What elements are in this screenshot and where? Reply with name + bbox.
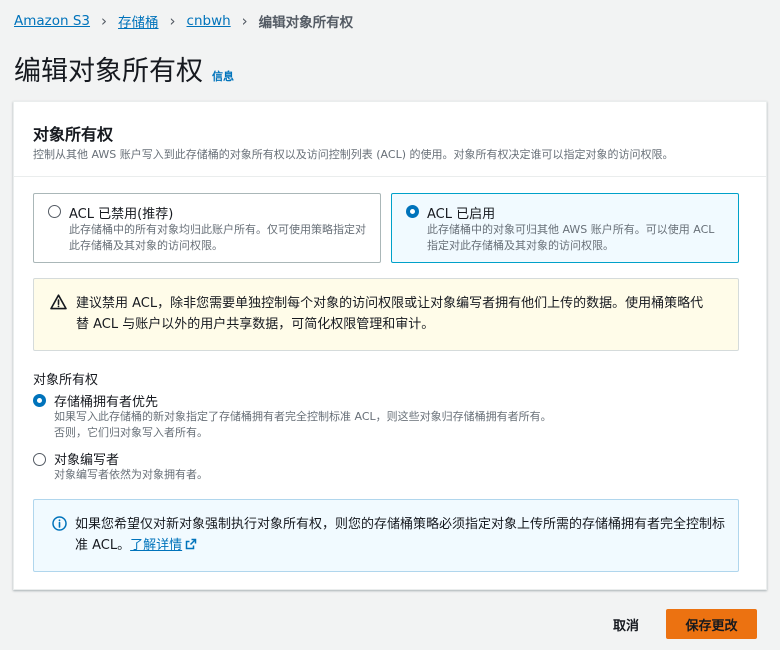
ownership-field-label: 对象所有权 [33, 373, 99, 388]
save-changes-button[interactable]: 保存更改 [666, 609, 757, 639]
learn-more-link[interactable]: 了解详情 [130, 538, 197, 553]
tile-label: ACL 已禁用(推荐) [69, 207, 174, 222]
tile-label: ACL 已启用 [427, 207, 496, 222]
info-alert: 如果您希望仅对新对象强制执行对象所有权，则您的存储桶策略必须指定对象上传所需的存… [33, 499, 739, 572]
radio-acl-enabled[interactable] [406, 205, 419, 218]
object-ownership-panel: 对象所有权 控制从其他 AWS 账户写入到此存储桶的对象所有权以及访问控制列表 … [13, 101, 767, 590]
info-link[interactable]: 信息 [212, 68, 234, 84]
option-description: 如果写入此存储桶的新对象指定了存储桶拥有者完全控制标准 ACL，则这些对象归存储… [54, 410, 552, 423]
warning-triangle-icon [50, 294, 67, 310]
warning-alert: 建议禁用 ACL，除非您需要单独控制每个对象的访问权限或让对象编写者拥有他们上传… [33, 278, 739, 351]
chevron-right-icon: › [169, 11, 176, 30]
chevron-right-icon: › [101, 11, 108, 30]
tile-acl-enabled[interactable]: ACL 已启用 此存储桶中的对象可归其他 AWS 账户所有。可以使用 ACL 指… [391, 193, 739, 263]
panel-description: 控制从其他 AWS 账户写入到此存储桶的对象所有权以及访问控制列表 (ACL) … [33, 148, 674, 161]
breadcrumb: Amazon S3 › 存储桶 › cnbwh › 编辑对象所有权 [14, 11, 353, 31]
tile-description: 此存储桶中的所有对象均归此账户所有。仅可使用策略指定对此存储桶及其对象的访问权限… [69, 223, 366, 252]
radio-bucket-owner-preferred[interactable] [33, 394, 46, 407]
info-circle-icon [52, 516, 67, 531]
option-description: 对象编写者依然为对象拥有者。 [54, 468, 208, 481]
panel-header: 对象所有权 控制从其他 AWS 账户写入到此存储桶的对象所有权以及访问控制列表 … [14, 102, 766, 177]
panel-title: 对象所有权 [33, 125, 114, 144]
breadcrumb-current: 编辑对象所有权 [258, 15, 354, 31]
option-label-object-writer[interactable]: 对象编写者 [54, 449, 119, 468]
radio-object-writer[interactable] [33, 453, 46, 466]
cancel-button[interactable]: 取消 [604, 610, 648, 638]
option-description: 否则，它们归对象写入者所有。 [54, 426, 208, 439]
warning-text: 建议禁用 ACL，除非您需要单独控制每个对象的访问权限或让对象编写者拥有他们上传… [76, 296, 704, 332]
breadcrumb-buckets[interactable]: 存储桶 [118, 11, 159, 31]
option-label-bucket-owner-preferred[interactable]: 存储桶拥有者优先 [54, 391, 158, 410]
external-link-icon [185, 538, 197, 550]
radio-acl-disabled[interactable] [48, 205, 61, 218]
info-text: 如果您希望仅对新对象强制执行对象所有权，则您的存储桶策略必须指定对象上传所需的存… [75, 514, 725, 556]
chevron-right-icon: › [241, 11, 248, 30]
page-title: 编辑对象所有权 [14, 56, 203, 87]
breadcrumb-bucket-name[interactable]: cnbwh [187, 13, 231, 29]
learn-more-label: 了解详情 [130, 538, 183, 553]
tile-description: 此存储桶中的对象可归其他 AWS 账户所有。可以使用 ACL 指定对此存储桶及其… [427, 223, 715, 252]
page-header: 编辑对象所有权 信息 [14, 49, 234, 88]
tile-acl-disabled[interactable]: ACL 已禁用(推荐) 此存储桶中的所有对象均归此账户所有。仅可使用策略指定对此… [33, 193, 381, 263]
breadcrumb-amazon-s3[interactable]: Amazon S3 [14, 13, 90, 29]
